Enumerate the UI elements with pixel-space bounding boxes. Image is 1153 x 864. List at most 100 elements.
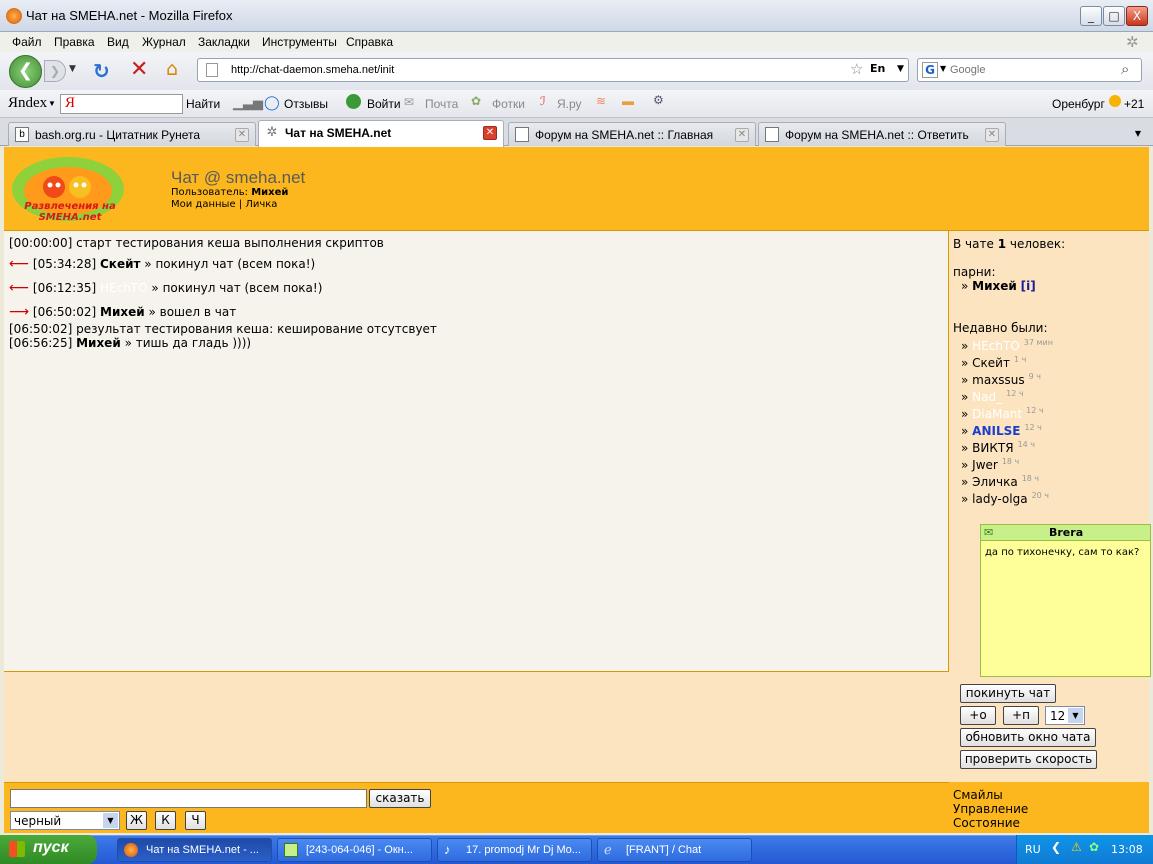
color-select[interactable]: черный ▼ (10, 811, 120, 830)
settings-icon[interactable]: ⚙ (653, 93, 664, 107)
tray-expand-icon[interactable]: ❮ (1051, 840, 1061, 854)
menu-bookmarks[interactable]: Закладки (198, 35, 250, 49)
yandex-search-input[interactable]: Я (60, 94, 183, 114)
message-nick[interactable]: Михей (100, 305, 145, 319)
photos-button[interactable]: Фотки (492, 97, 525, 111)
recent-user-name[interactable]: ANILSE (972, 424, 1020, 438)
url-dropdown-icon[interactable]: ▼ (897, 64, 904, 74)
stop-icon[interactable]: ✕ (130, 57, 148, 82)
message-popup[interactable]: ✉ Brera да по тихонечку, сам то как? (980, 524, 1151, 677)
taskbar-item-ie[interactable]: ℯ [FRANT] / Chat (597, 838, 752, 862)
plus-o-button[interactable]: +о (960, 706, 996, 725)
online-user-name[interactable]: Михей (972, 279, 1017, 293)
folder-icon[interactable]: ▬ (622, 94, 634, 108)
recent-user[interactable]: » Скейт 1 ч (961, 355, 1026, 370)
menu-file[interactable]: Файл (12, 35, 42, 49)
yandex-dropdown-icon[interactable]: ▼ (48, 99, 56, 108)
signal-bars-icon[interactable]: ▁▃▅ (233, 95, 263, 111)
recent-user-name[interactable]: DiaMant (972, 407, 1022, 421)
menu-view[interactable]: Вид (107, 35, 129, 49)
feed-icon[interactable]: ≋ (596, 94, 606, 108)
underline-button[interactable]: Ч (185, 811, 206, 830)
recent-user[interactable]: » Jwer 18 ч (961, 457, 1019, 472)
recent-user[interactable]: » ANILSE 12 ч (961, 423, 1042, 438)
yandex-find-button[interactable]: Найти (186, 97, 220, 111)
close-button[interactable]: X (1126, 6, 1148, 26)
language-indicator[interactable]: En (870, 62, 885, 75)
recent-user-name[interactable]: maxssus (972, 373, 1025, 387)
online-user[interactable]: » Михей [i] (961, 279, 1036, 293)
language-indicator[interactable]: RU (1025, 843, 1041, 856)
recent-user-name[interactable]: Эличка (972, 475, 1018, 489)
search-icon[interactable]: ⌕ (1121, 60, 1129, 78)
recent-user-name[interactable]: ВИКТЯ (972, 441, 1013, 455)
yaru-button[interactable]: Я.ру (557, 97, 582, 111)
recent-user-name[interactable]: HEchTO (972, 339, 1020, 353)
menu-history[interactable]: Журнал (142, 35, 186, 49)
check-speed-button[interactable]: проверить скорость (960, 750, 1097, 769)
my-data-link[interactable]: Мои данные (171, 199, 236, 210)
user-info-link[interactable]: [i] (1021, 279, 1036, 293)
tab-chat[interactable]: ✲ Чат на SMEHA.net ✕ (258, 120, 504, 147)
message-input[interactable] (10, 789, 367, 808)
leave-chat-button[interactable]: покинуть чат (960, 684, 1056, 703)
italic-button[interactable]: К (155, 811, 176, 830)
start-button[interactable]: пуск (0, 835, 97, 864)
history-dropdown-icon[interactable]: ▼ (69, 64, 76, 74)
google-icon[interactable]: G (922, 62, 938, 78)
taskbar-item-icq[interactable]: [243-064-046] - Окн... (277, 838, 432, 862)
recent-user-name[interactable]: Скейт (972, 356, 1010, 370)
message-nick[interactable]: Михей (76, 336, 121, 350)
tab-close-icon[interactable]: ✕ (483, 126, 497, 140)
forward-button[interactable]: ❯ (44, 60, 66, 82)
recent-user[interactable]: » DiaMant 12 ч (961, 406, 1044, 421)
tab-forum-main[interactable]: Форум на SMEHA.net :: Главная ✕ (508, 122, 756, 146)
recent-user[interactable]: » Nad_ 12 ч (961, 389, 1024, 404)
mail-button[interactable]: Почта (425, 97, 458, 111)
recent-user-name[interactable]: Nad_ (972, 390, 1002, 404)
temperature[interactable]: +21 (1124, 97, 1144, 111)
menu-help[interactable]: Справка (346, 35, 393, 49)
home-icon[interactable]: ⌂ (166, 58, 178, 80)
private-messages-link[interactable]: Личка (245, 199, 277, 210)
recent-user[interactable]: » HEchTO 37 мин (961, 338, 1053, 353)
recent-user[interactable]: » maxssus 9 ч (961, 372, 1041, 387)
recent-user[interactable]: » ВИКТЯ 14 ч (961, 440, 1035, 455)
smileys-link[interactable]: Смайлы (953, 788, 1003, 802)
recent-user[interactable]: » lady-olga 20 ч (961, 491, 1049, 506)
engine-dropdown-icon[interactable]: ▼ (940, 64, 946, 73)
bold-button[interactable]: Ж (126, 811, 147, 830)
search-box[interactable]: G ▼ ⌕ (917, 58, 1142, 82)
login-button[interactable]: Войти (367, 97, 401, 111)
message-nick[interactable]: Скейт (100, 257, 140, 271)
maximize-button[interactable]: □ (1103, 6, 1125, 26)
say-button[interactable]: сказать (369, 789, 431, 808)
tab-forum-reply[interactable]: Форум на SMEHA.net :: Ответить ✕ (758, 122, 1006, 146)
tab-close-icon[interactable]: ✕ (735, 128, 749, 142)
menu-tools[interactable]: Инструменты (262, 35, 337, 49)
minimize-button[interactable]: _ (1080, 6, 1102, 26)
message-nick[interactable]: HEchTO (100, 281, 148, 295)
bookmark-star-icon[interactable]: ☆ (850, 60, 863, 78)
taskbar-item-firefox[interactable]: Чат на SMEHA.net - ... (117, 838, 272, 862)
city-label[interactable]: Оренбург (1052, 97, 1105, 111)
recent-user-name[interactable]: Jwer (972, 458, 998, 472)
yandex-logo[interactable]: Яndex (8, 95, 47, 112)
plus-p-button[interactable]: +п (1003, 706, 1039, 725)
tab-bash[interactable]: b bash.org.ru - Цитатник Рунета ✕ (8, 122, 256, 146)
address-bar[interactable]: http://chat-daemon.smeha.net/init ☆ En ▼ (197, 58, 909, 82)
refresh-chat-button[interactable]: обновить окно чата (960, 728, 1096, 747)
reload-icon[interactable]: ↻ (93, 59, 110, 83)
management-link[interactable]: Управление (953, 802, 1028, 816)
recent-user-name[interactable]: lady-olga (972, 492, 1027, 506)
tab-list-button[interactable]: ▼ (1128, 124, 1148, 144)
smeha-logo[interactable]: Развлечения на SMEHA.net (8, 153, 132, 225)
warning-icon[interactable]: ⚠ (1071, 840, 1082, 854)
tab-close-icon[interactable]: ✕ (985, 128, 999, 142)
font-size-select[interactable]: 12 ▼ (1045, 706, 1085, 725)
back-button[interactable]: ❮ (9, 55, 42, 88)
reviews-button[interactable]: Отзывы (284, 97, 328, 111)
status-link[interactable]: Состояние (953, 816, 1020, 830)
recent-user[interactable]: » Эличка 18 ч (961, 474, 1039, 489)
network-icon[interactable]: ✿ (1089, 840, 1099, 854)
